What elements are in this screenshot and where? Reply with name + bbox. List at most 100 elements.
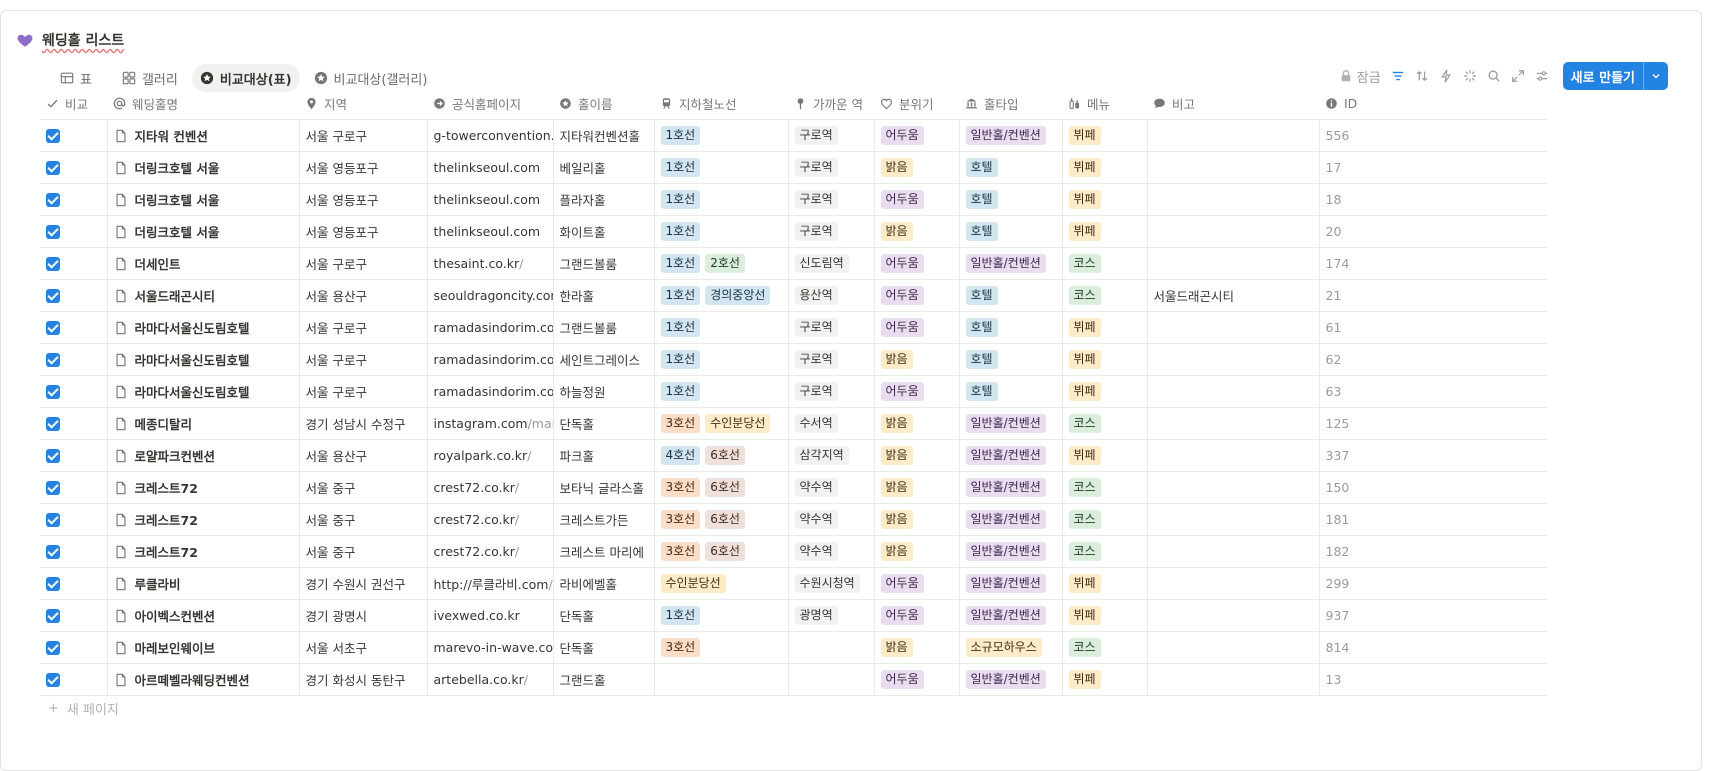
station-cell[interactable]: 수원시청역 xyxy=(788,567,875,600)
homepage-cell[interactable]: http://루클라비.com/ xyxy=(427,567,554,600)
region-cell[interactable]: 서울 구로구 xyxy=(299,119,428,152)
menu-cell[interactable]: 뷔페 xyxy=(1062,183,1148,216)
hall-type-cell[interactable]: 일반홀/컨벤션 xyxy=(959,503,1063,536)
region-cell[interactable]: 서울 중구 xyxy=(299,471,428,504)
menu-cell[interactable]: 코스 xyxy=(1062,631,1148,664)
hall-type-cell[interactable]: 일반홀/컨벤션 xyxy=(959,535,1063,568)
station-cell[interactable]: 구로역 xyxy=(788,183,875,216)
note-cell[interactable] xyxy=(1147,439,1320,472)
hall-cell[interactable]: 단독홀 xyxy=(553,599,655,632)
homepage-cell[interactable]: thelinkseoul.com xyxy=(427,151,554,184)
add-page-row[interactable]: + 새 페이지 xyxy=(48,699,119,718)
note-cell[interactable] xyxy=(1147,503,1320,536)
name-cell[interactable]: 메종디탈리 xyxy=(107,407,300,440)
region-cell[interactable]: 서울 서초구 xyxy=(299,631,428,664)
hall-cell[interactable]: 단독홀 xyxy=(553,407,655,440)
menu-cell[interactable]: 뷔페 xyxy=(1062,343,1148,376)
table-row[interactable]: 루클라비 경기 수원시 권선구 http://루클라비.com/라비에벨홀 수인분당선… xyxy=(40,567,1547,600)
hall-cell[interactable]: 보타닉 글라스홀 xyxy=(553,471,655,504)
hall-cell[interactable]: 세인트그레이스 xyxy=(553,343,655,376)
hall-cell[interactable]: 크레스트가든 xyxy=(553,503,655,536)
homepage-cell[interactable]: ramadasindorim.com/ xyxy=(427,311,554,344)
note-cell[interactable] xyxy=(1147,119,1320,152)
name-cell[interactable]: 라마다서울신도림호텔 xyxy=(107,311,300,344)
mood-cell[interactable]: 밝음 xyxy=(874,535,960,568)
column-header-menu[interactable]: 메뉴 xyxy=(1062,88,1147,120)
note-cell[interactable] xyxy=(1147,631,1320,664)
region-cell[interactable]: 서울 구로구 xyxy=(299,375,428,408)
compare-checkbox[interactable] xyxy=(46,481,60,496)
station-cell[interactable]: 약수역 xyxy=(788,535,875,568)
homepage-link[interactable]: seouldragoncity.com/ xyxy=(434,288,553,303)
venue-name[interactable]: 라마다서울신도림호텔 xyxy=(135,382,250,401)
lock-button[interactable]: 잠금 xyxy=(1339,67,1381,86)
hall-cell[interactable]: 화이트홀 xyxy=(553,215,655,248)
column-header-hall-type[interactable]: 홀타입 xyxy=(959,88,1062,120)
station-cell[interactable]: 약수역 xyxy=(788,503,875,536)
table-row[interactable]: 로얄파크컨벤션 서울 용산구 royalpark.co.kr/파크홀 4호선 6호선 삼각… xyxy=(40,439,1547,472)
menu-cell[interactable]: 뷔페 xyxy=(1062,311,1148,344)
name-cell[interactable]: 크레스트72 xyxy=(107,503,300,536)
table-row[interactable]: 더링크호텔 서울 서울 영등포구 thelinkseoul.com 베일리홀 1호선 구로… xyxy=(40,151,1547,184)
station-cell[interactable]: 신도림역 xyxy=(788,247,875,280)
name-cell[interactable]: 루클라비 xyxy=(107,567,300,600)
note-cell[interactable] xyxy=(1147,663,1320,696)
menu-cell[interactable]: 코스 xyxy=(1062,503,1148,536)
subway-cell[interactable]: 1호선 xyxy=(654,375,789,408)
name-cell[interactable]: 더링크호텔 서울 xyxy=(107,183,300,216)
menu-cell[interactable]: 뷔페 xyxy=(1062,215,1148,248)
column-header-subway[interactable]: 지하철노선 xyxy=(654,88,788,120)
homepage-cell[interactable]: thelinkseoul.com xyxy=(427,183,554,216)
name-cell[interactable]: 아이벡스컨벤션 xyxy=(107,599,300,632)
hall-type-cell[interactable]: 호텔 xyxy=(959,215,1063,248)
homepage-link[interactable]: ivexwed.co.kr xyxy=(434,608,520,623)
mood-cell[interactable]: 어두움 xyxy=(874,567,960,600)
name-cell[interactable]: 라마다서울신도림호텔 xyxy=(107,343,300,376)
menu-cell[interactable]: 뷔페 xyxy=(1062,151,1148,184)
settings-sliders-icon[interactable] xyxy=(1535,69,1549,83)
subway-cell[interactable]: 3호선 6호선 xyxy=(654,503,789,536)
subway-cell[interactable]: 1호선 xyxy=(654,215,789,248)
venue-name[interactable]: 크레스트72 xyxy=(135,510,198,529)
subway-cell[interactable]: 4호선 6호선 xyxy=(654,439,789,472)
compare-checkbox[interactable] xyxy=(46,673,60,688)
menu-cell[interactable]: 코스 xyxy=(1062,279,1148,312)
column-header-id[interactable]: ID xyxy=(1319,88,1547,120)
hall-type-cell[interactable]: 호텔 xyxy=(959,183,1063,216)
new-button[interactable]: 새로 만들기 xyxy=(1562,62,1668,90)
compare-checkbox[interactable] xyxy=(46,609,60,624)
compare-checkbox[interactable] xyxy=(46,321,60,336)
subway-cell[interactable] xyxy=(654,663,789,696)
column-header-homepage[interactable]: 공식홈페이지 xyxy=(427,88,553,120)
homepage-cell[interactable]: seouldragoncity.com/ xyxy=(427,279,554,312)
region-cell[interactable]: 서울 중구 xyxy=(299,535,428,568)
homepage-link[interactable]: marevo-in-wave.com/ xyxy=(434,640,553,655)
hall-cell[interactable]: 라비에벨홀 xyxy=(553,567,655,600)
station-cell[interactable] xyxy=(788,631,875,664)
column-header-hall[interactable]: 홀이름 xyxy=(553,88,654,120)
venue-name[interactable]: 아르떼벨라웨딩컨벤션 xyxy=(135,670,250,689)
table-row[interactable]: 아이벡스컨벤션 경기 광명시 ivexwed.co.kr 단독홀 1호선 광명역 어두움 일반… xyxy=(40,599,1547,632)
hall-type-cell[interactable]: 일반홀/컨벤션 xyxy=(959,247,1063,280)
compare-checkbox[interactable] xyxy=(46,161,60,176)
venue-name[interactable]: 마레보인웨이브 xyxy=(135,638,216,657)
homepage-link[interactable]: ramadasindorim.com/ xyxy=(434,320,553,335)
name-cell[interactable]: 서울드래곤시티 xyxy=(107,279,300,312)
region-cell[interactable]: 경기 광명시 xyxy=(299,599,428,632)
mood-cell[interactable]: 밝음 xyxy=(874,215,960,248)
hall-cell[interactable]: 플라자홀 xyxy=(553,183,655,216)
page-title[interactable]: 웨딩홀 리스트 xyxy=(42,30,124,50)
venue-name[interactable]: 지타워 컨벤션 xyxy=(135,126,208,145)
mood-cell[interactable]: 어두움 xyxy=(874,375,960,408)
homepage-link[interactable]: g-towerconvention.kr xyxy=(434,128,553,143)
subway-cell[interactable]: 수인분당선 xyxy=(654,567,789,600)
homepage-cell[interactable]: thesaint.co.kr/ xyxy=(427,247,554,280)
subway-cell[interactable]: 1호선 xyxy=(654,119,789,152)
hall-cell[interactable]: 그랜드볼룸 xyxy=(553,311,655,344)
compare-checkbox[interactable] xyxy=(46,641,60,656)
subway-cell[interactable]: 1호선 xyxy=(654,311,789,344)
region-cell[interactable]: 서울 구로구 xyxy=(299,247,428,280)
mood-cell[interactable]: 밝음 xyxy=(874,151,960,184)
subway-cell[interactable]: 1호선 xyxy=(654,151,789,184)
station-cell[interactable] xyxy=(788,663,875,696)
